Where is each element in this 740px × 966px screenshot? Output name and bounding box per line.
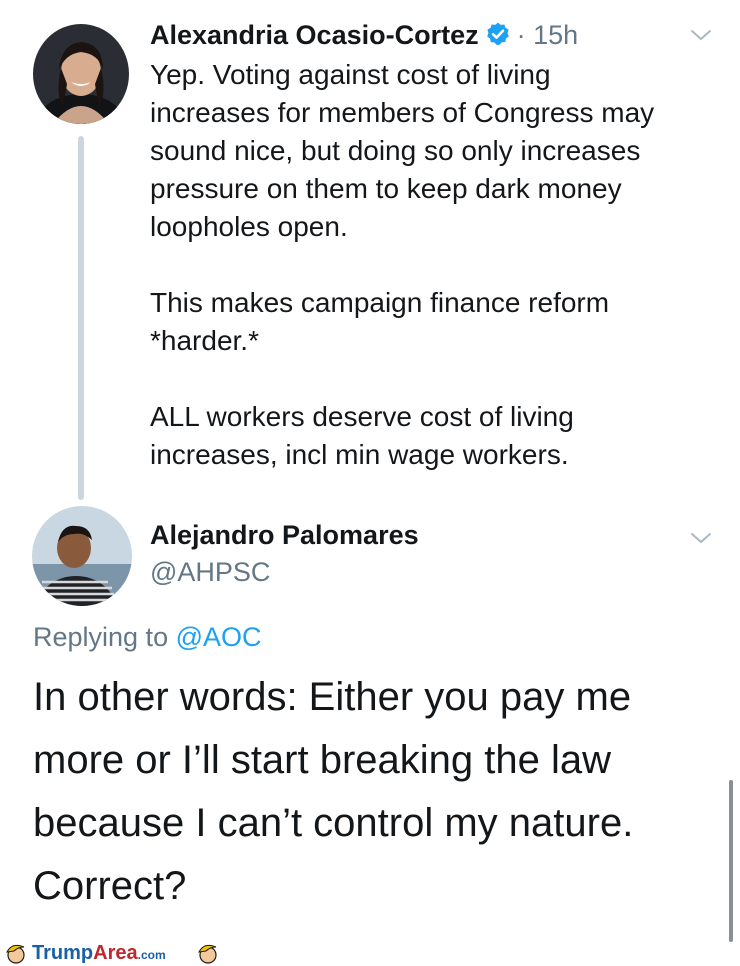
tweet1-line: pressure on them to keep dark money — [150, 173, 622, 204]
tweet1-line: This makes campaign finance reform — [150, 287, 610, 318]
tweet2-line: more or I’ll start breaking the law — [33, 738, 612, 782]
replying-to: Replying to @AOC — [33, 622, 262, 653]
tweet2-line: Correct? — [33, 864, 187, 908]
tweet2-body: In other words: Either you pay me more o… — [33, 666, 723, 918]
tweet1-body: Yep. Voting against cost of living incre… — [150, 56, 730, 474]
replying-to-mention[interactable]: @AOC — [176, 622, 262, 652]
avatar-alejandro[interactable] — [32, 506, 132, 606]
watermark-part2: Area — [93, 942, 138, 964]
avatar-aoc[interactable] — [33, 24, 129, 124]
tweet2-line: because I can’t control my nature. — [33, 801, 634, 845]
avatar-alejandro-image — [32, 506, 132, 606]
watermark-text: TrumpArea.com — [32, 942, 166, 965]
watermark-part1: Trump — [32, 942, 94, 964]
tweet1-author-name[interactable]: Alexandria Ocasio-Cortez — [150, 20, 479, 50]
tweet1-line: increases for members of Congress may — [150, 97, 655, 128]
trump-face-icon — [198, 944, 217, 964]
scrollbar[interactable] — [729, 780, 733, 942]
tweet1-line: loopholes open. — [150, 211, 348, 242]
verified-badge-icon — [486, 22, 509, 46]
chevron-down-icon[interactable] — [690, 531, 712, 545]
thread-line — [78, 136, 84, 500]
chevron-down-icon[interactable] — [690, 28, 712, 42]
tweet1-line: ALL workers deserve cost of living — [150, 401, 574, 432]
replying-to-label: Replying to — [33, 622, 169, 652]
trump-face-icon — [6, 944, 25, 964]
tweet2-author-name[interactable]: Alejandro Palomares — [150, 520, 419, 551]
tweet2-line: In other words: Either you pay me — [33, 675, 632, 719]
tweet1-author-row: Alexandria Ocasio-Cortez · 15h — [150, 20, 578, 51]
tweet1-line: increases, incl min wage workers. — [150, 439, 569, 470]
watermark-part3: .com — [137, 948, 166, 962]
tweet1-line: sound nice, but doing so only increases — [150, 135, 641, 166]
watermark: TrumpArea.com — [4, 940, 224, 966]
tweet1-line: Yep. Voting against cost of living — [150, 59, 551, 90]
tweet2-handle[interactable]: @AHPSC — [150, 557, 270, 588]
tweet1-line: *harder.* — [150, 325, 259, 356]
avatar-aoc-image — [33, 24, 129, 124]
tweet1-time[interactable]: · 15h — [517, 20, 579, 50]
